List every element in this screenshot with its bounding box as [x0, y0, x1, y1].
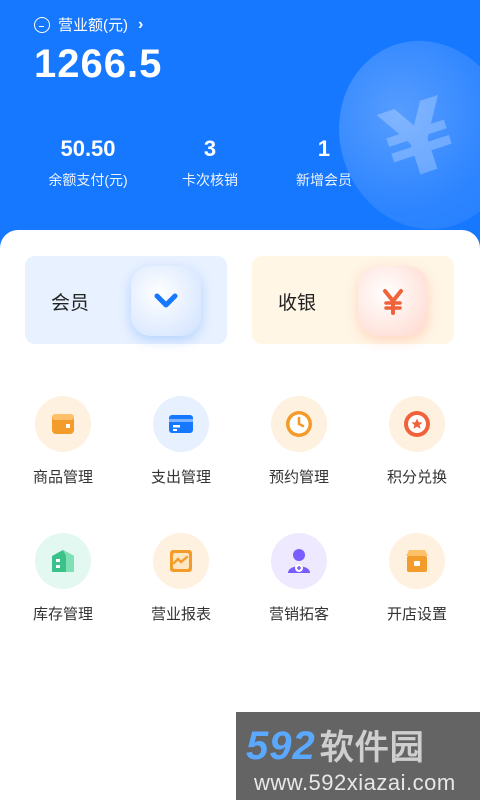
store-icon	[389, 533, 445, 589]
cashier-card-button[interactable]: 收银	[252, 256, 454, 344]
yen-coin-decoration: ¥	[314, 18, 480, 252]
stat-value: 50.50	[60, 136, 116, 161]
site-watermark: 592 软件园 www.592xiazai.com	[236, 712, 480, 800]
grid-item-product[interactable]: 商品管理	[8, 396, 118, 487]
cashier-yen-badge	[358, 266, 428, 336]
grid-item-marketing[interactable]: 营销拓客	[244, 533, 354, 624]
grid-item-points[interactable]: 积分兑换	[362, 396, 472, 487]
header-banner: ¥ 营业额(元) › 1266.5 50.50 余额支付(元) 3 卡次核销 1…	[0, 0, 480, 260]
stat-card-verification[interactable]: 3 卡次核销	[150, 136, 270, 190]
stats-row: 50.50 余额支付(元) 3 卡次核销 1 新增会员	[0, 136, 480, 196]
stat-label: 余额支付(元)	[48, 172, 128, 188]
revenue-label: 营业额(元)	[58, 17, 128, 34]
stat-new-members[interactable]: 1 新增会员	[264, 136, 384, 190]
cashier-card-label: 收银	[278, 293, 317, 314]
chevron-right-icon: ›	[138, 15, 144, 33]
stat-label: 新增会员	[296, 172, 352, 188]
revenue-link[interactable]: 营业额(元) ›	[34, 14, 143, 35]
grid-item-label: 积分兑换	[386, 469, 447, 486]
star-medal-icon	[389, 396, 445, 452]
grid-item-label: 库存管理	[32, 606, 93, 623]
watermark-brand: 592 软件园	[246, 724, 425, 768]
member-card-label: 会员	[51, 293, 90, 314]
grid-item-label: 支出管理	[150, 469, 211, 486]
stat-value: 3	[203, 136, 217, 161]
grid-item-store-settings[interactable]: 开店设置	[362, 533, 472, 624]
stat-label: 卡次核销	[182, 172, 238, 188]
grid-item-report[interactable]: 营业报表	[126, 533, 236, 624]
revenue-icon	[34, 16, 50, 33]
report-chart-icon	[153, 533, 209, 589]
grid-item-label: 开店设置	[386, 606, 447, 623]
chevron-down-icon	[131, 266, 201, 336]
user-add-icon	[271, 533, 327, 589]
product-box-icon	[35, 396, 91, 452]
revenue-value: 1266.5	[34, 42, 163, 86]
warehouse-icon	[35, 533, 91, 589]
grid-item-label: 营业报表	[150, 606, 211, 623]
stat-value: 1	[317, 136, 331, 161]
grid-item-label: 预约管理	[268, 469, 329, 486]
expense-card-icon	[153, 396, 209, 452]
yen-icon	[358, 266, 428, 336]
clock-icon	[271, 396, 327, 452]
member-card-button[interactable]: 会员	[25, 256, 227, 344]
grid-item-inventory[interactable]: 库存管理	[8, 533, 118, 624]
member-chevron-badge	[131, 266, 201, 336]
watermark-url: www.592xiazai.com	[254, 770, 456, 795]
grid-item-expense[interactable]: 支出管理	[126, 396, 236, 487]
grid-item-label: 商品管理	[32, 469, 93, 486]
grid-item-appointment[interactable]: 预约管理	[244, 396, 354, 487]
grid-item-label: 营销拓客	[268, 606, 329, 623]
stat-balance-payment[interactable]: 50.50 余额支付(元)	[28, 136, 148, 190]
